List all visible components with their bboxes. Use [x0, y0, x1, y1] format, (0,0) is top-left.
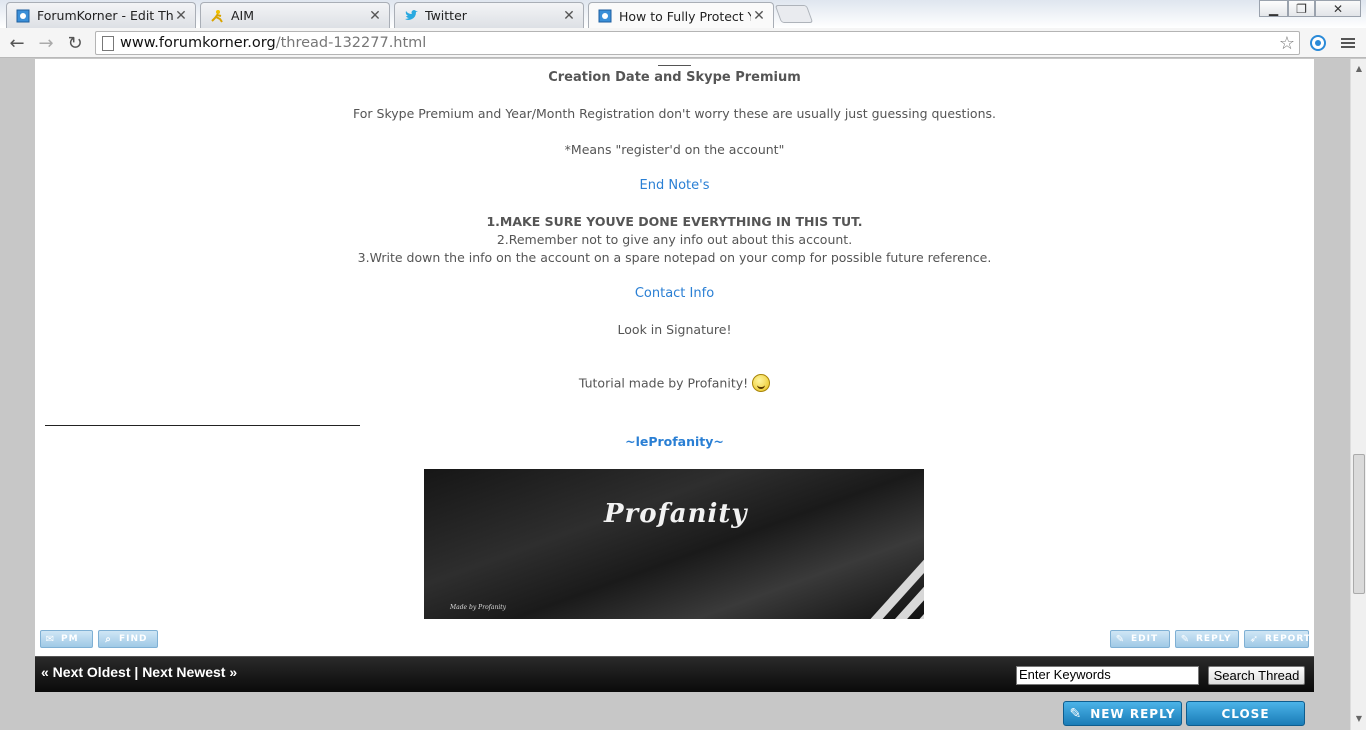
- address-bar[interactable]: www.forumkorner.org/thread-132277.html ☆: [95, 31, 1300, 55]
- new-tab-button[interactable]: [774, 5, 814, 23]
- close-tab-icon[interactable]: ✕: [561, 8, 577, 24]
- scroll-up-arrow-icon[interactable]: ▲: [1351, 61, 1366, 75]
- credit-line: Tutorial made by Profanity!: [35, 374, 1314, 393]
- forum-favicon-icon: [597, 8, 613, 24]
- pencil-icon: ✎: [1115, 633, 1126, 645]
- signature-name: ~leProfanity~: [625, 434, 724, 449]
- forward-arrow-icon[interactable]: →: [34, 32, 58, 54]
- aim-running-man-icon: [209, 8, 225, 24]
- contact-info-heading: Contact Info: [634, 286, 715, 301]
- edit-label: EDIT: [1131, 634, 1159, 644]
- credit-text: Tutorial made by Profanity!: [578, 375, 749, 391]
- restore-window-icon[interactable]: ❐: [1288, 0, 1315, 17]
- thread-nav-links: « Next Oldest | Next Newest »: [41, 664, 237, 680]
- contact-text: Look in Signature!: [617, 322, 732, 337]
- banner-title: Profanity: [604, 499, 748, 529]
- post-footer: ✉ PM ⌕ FIND ✎ EDIT ✎ REPLY ➶ REPORT: [35, 625, 1314, 657]
- close-tab-icon[interactable]: ✕: [367, 8, 383, 24]
- tab-strip: ForumKorner - Edit This P ✕ AIM ✕ Twitte…: [0, 0, 1366, 29]
- note-line: 1.MAKE SURE YOUVE DONE EVERYTHING IN THI…: [486, 214, 863, 229]
- reply-button[interactable]: ✎ REPLY: [1175, 630, 1239, 648]
- end-notes-heading: End Note's: [639, 178, 710, 193]
- thread-nav-bar: « Next Oldest | Next Newest » Enter Keyw…: [35, 656, 1314, 692]
- reply-label: REPLY: [1196, 634, 1232, 644]
- tab-label: ForumKorner - Edit This P: [37, 8, 173, 23]
- signature-divider: [45, 425, 360, 426]
- divider: [658, 65, 691, 66]
- section-heading: Creation Date and Skype Premium: [548, 70, 801, 85]
- tab-label: AIM: [231, 8, 255, 23]
- close-label: CLOSE: [1221, 706, 1270, 721]
- browser-toolbar: ← → ↻ www.forumkorner.org/thread-132277.…: [0, 28, 1366, 58]
- tab-label: How to Fully Protect Your: [619, 8, 751, 24]
- tab-forumkorner-edit[interactable]: ForumKorner - Edit This P ✕: [6, 2, 196, 28]
- note-line: 2.Remember not to give any info out abou…: [496, 232, 853, 247]
- signature-banner: Profanity Made by Profanity: [424, 469, 924, 619]
- close-window-icon[interactable]: ✕: [1315, 0, 1361, 17]
- edit-button[interactable]: ✎ EDIT: [1110, 630, 1170, 648]
- tab-how-to-protect[interactable]: How to Fully Protect Your ✕: [588, 2, 774, 29]
- magnifier-icon: ⌕: [105, 633, 112, 645]
- tab-twitter[interactable]: Twitter ✕: [394, 2, 584, 28]
- minimize-window-icon[interactable]: ▁: [1259, 0, 1288, 17]
- report-button[interactable]: ➶ REPORT: [1244, 630, 1311, 648]
- new-reply-button[interactable]: ✎ NEW REPLY: [1063, 701, 1182, 726]
- post-paragraph: For Skype Premium and Year/Month Registr…: [353, 106, 996, 121]
- tab-label: Twitter: [425, 8, 467, 23]
- close-tab-icon[interactable]: ✕: [751, 8, 767, 24]
- reload-icon[interactable]: ↻: [63, 32, 87, 54]
- close-thread-button[interactable]: CLOSE: [1186, 701, 1305, 726]
- vertical-scrollbar[interactable]: ▲ ▼: [1350, 59, 1366, 730]
- post-paragraph: *Means "register'd on the account": [564, 142, 785, 157]
- pm-label: PM: [61, 634, 79, 644]
- report-label: REPORT: [1265, 634, 1311, 644]
- bookmark-star-icon[interactable]: ☆: [1279, 33, 1295, 54]
- search-thread-button[interactable]: Search Thread: [1208, 666, 1305, 685]
- back-arrow-icon[interactable]: ←: [5, 32, 29, 54]
- scroll-down-arrow-icon[interactable]: ▼: [1351, 711, 1366, 725]
- url-path: /thread-132277.html: [275, 35, 427, 51]
- url-host: www.forumkorner.org: [120, 35, 276, 51]
- new-reply-icon: ✎: [1069, 705, 1083, 722]
- message-icon: ✉: [45, 633, 56, 645]
- close-tab-icon[interactable]: ✕: [173, 8, 189, 24]
- extension-skype-icon[interactable]: [1306, 32, 1330, 54]
- next-newest-link[interactable]: Next Newest »: [142, 664, 237, 680]
- rocket-icon: ➶: [1249, 633, 1260, 645]
- reply-icon: ✎: [1180, 633, 1191, 645]
- find-button[interactable]: ⌕ FIND: [98, 630, 158, 648]
- grin-smiley-icon: [752, 374, 771, 392]
- post-body: Creation Date and Skype Premium For Skyp…: [35, 59, 1314, 657]
- page-viewport: Creation Date and Skype Premium For Skyp…: [0, 59, 1350, 730]
- find-label: FIND: [119, 634, 148, 644]
- banner-caption: Made by Profanity: [450, 604, 507, 611]
- pm-button[interactable]: ✉ PM: [40, 630, 93, 648]
- chrome-menu-icon[interactable]: [1336, 32, 1360, 54]
- note-line: 3.Write down the info on the account on …: [357, 250, 992, 265]
- scrollbar-thumb[interactable]: [1353, 454, 1365, 594]
- twitter-bird-icon: [403, 8, 419, 24]
- nav-separator: |: [134, 664, 139, 680]
- tab-aim[interactable]: AIM ✕: [200, 2, 390, 28]
- search-thread-input[interactable]: Enter Keywords: [1016, 666, 1199, 685]
- page-document-icon: [102, 36, 114, 51]
- forum-favicon-icon: [15, 8, 31, 24]
- next-oldest-link[interactable]: « Next Oldest: [41, 664, 130, 680]
- new-reply-label: NEW REPLY: [1090, 706, 1176, 721]
